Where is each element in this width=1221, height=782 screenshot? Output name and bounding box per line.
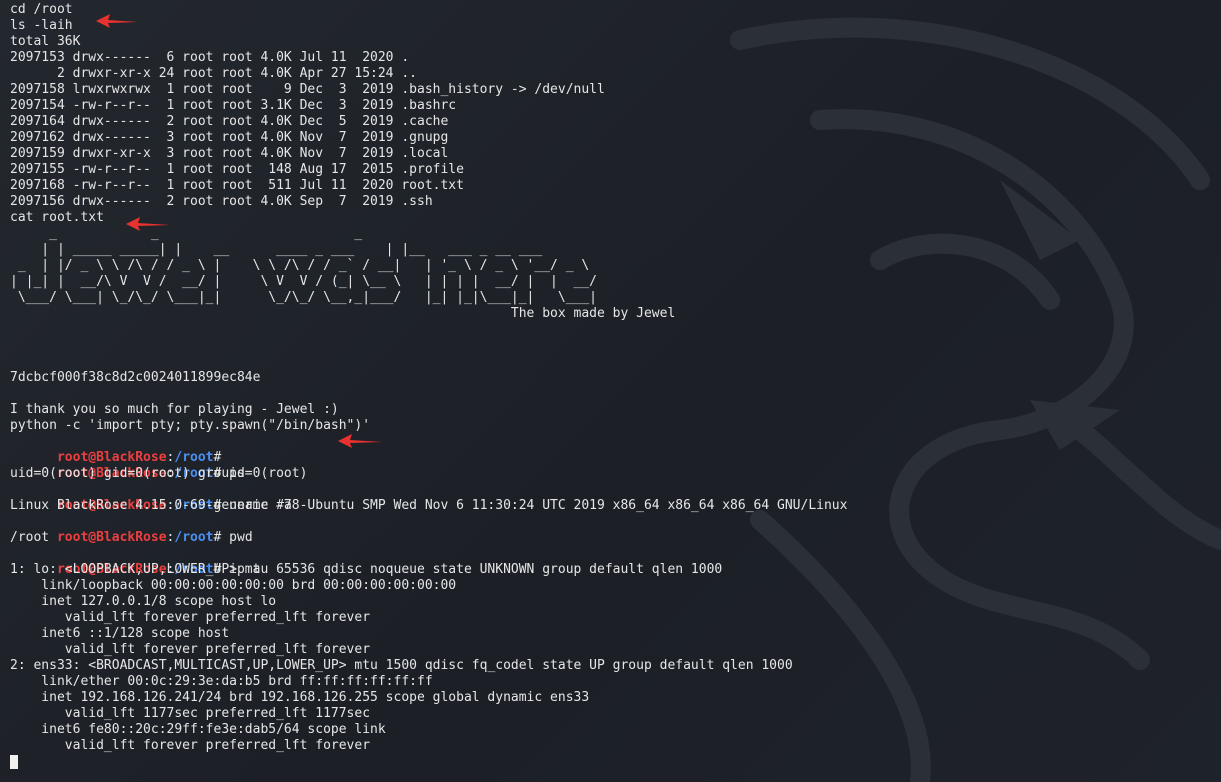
output-line: 2097168 -rw-r--r-- 1 root root 511 Jul 1… (10, 178, 464, 193)
root-flag: 7dcbcf000f38c8d2c0024011899ec84e (10, 370, 261, 385)
prompt-line: root@BlackRose:/root# pwd (10, 514, 847, 545)
prompt-line: root@BlackRose:/root# uname -a (10, 482, 847, 513)
output-line: 2097156 drwx------ 2 root root 4.0K Sep … (10, 194, 433, 209)
output-line: 2 drwxr-xr-x 24 root root 4.0K Apr 27 15… (10, 66, 417, 81)
output-line: 2097154 -rw-r--r-- 1 root root 3.1K Dec … (10, 98, 457, 113)
output-line: valid_lft forever preferred_lft forever (10, 610, 371, 625)
output-line: link/loopback 00:00:00:00:00:00 brd 00:0… (10, 578, 457, 593)
prompt-command: pwd (221, 530, 253, 545)
output-line: 2097164 drwx------ 2 root root 4.0K Dec … (10, 114, 449, 129)
prompt-user-host: root@BlackRose (56, 530, 167, 545)
output-line: Linux BlackRose 4.15.0-69-generic #78-Ub… (10, 498, 848, 513)
output-line: 2097153 drwx------ 6 root root 4.0K Jul … (10, 50, 410, 65)
red-arrow-icon (96, 14, 138, 28)
ascii-art-line: _ | |/ _ \ \ /\ / / _ \ | \ \ /\ / / _` … (10, 258, 590, 273)
ascii-art-line: | |_| | __/\ V V / __/ | \ V V / (_| \__… (10, 274, 597, 289)
output-line: uid=0(root) gid=0(root) groups=0(root) (10, 466, 308, 481)
output-line: link/ether 00:0c:29:3e:da:b5 brd ff:ff:f… (10, 674, 433, 689)
red-arrow-icon (338, 434, 382, 448)
output-line: total 36K (10, 34, 81, 49)
prompt-hash: # (213, 450, 222, 465)
output-line: python -c 'import pty; pty.spawn("/bin/b… (10, 418, 371, 433)
output-line: valid_lft forever preferred_lft forever (10, 642, 371, 657)
prompt-path: /root (174, 530, 214, 545)
prompt-line: root@BlackRose:/root# (10, 434, 847, 465)
output-line: 2097162 drwx------ 3 root root 4.0K Nov … (10, 130, 449, 145)
terminal-window[interactable]: cd /root ls -laih total 36K 2097153 drwx… (0, 0, 1221, 782)
input-line[interactable] (10, 754, 847, 770)
prompt-line: root@BlackRose:/root# ip a (10, 546, 847, 577)
output-line: 1: lo: <LOOPBACK,UP,LOWER_UP> mtu 65536 … (10, 562, 723, 577)
ascii-art-credit: The box made by Jewel (10, 306, 676, 321)
output-line: inet 127.0.0.1/8 scope host lo (10, 594, 277, 609)
output-line: valid_lft forever preferred_lft forever (10, 738, 371, 753)
ascii-art-line: | | _____ _____| | __ ____ _ ___ | |__ _… (10, 242, 543, 257)
red-arrow-icon (126, 217, 170, 231)
output-line: 2097158 lrwxrwxrwx 1 root root 9 Dec 3 2… (10, 82, 605, 97)
output-line: 2: ens33: <BROADCAST,MULTICAST,UP,LOWER_… (10, 658, 793, 673)
output-line: inet 192.168.126.241/24 brd 192.168.126.… (10, 690, 590, 705)
ascii-art-line: \___/ \___| \_/\_/ \___|_| \_/\_/ \__,_|… (10, 290, 597, 305)
output-line: valid_lft 1177sec preferred_lft 1177sec (10, 706, 371, 721)
output-line: inet6 ::1/128 scope host (10, 626, 230, 641)
prompt-user-host: root@BlackRose (56, 450, 167, 465)
output-line: 2097159 drwxr-xr-x 3 root root 4.0K Nov … (10, 146, 449, 161)
output-line: I thank you so much for playing - Jewel … (10, 402, 339, 417)
output-line: inet6 fe80::20c:29ff:fe3e:dab5/64 scope … (10, 722, 386, 737)
terminal-output: cd /root ls -laih total 36K 2097153 drwx… (10, 2, 847, 770)
prompt-path: /root (174, 450, 214, 465)
output-line: 2097155 -rw-r--r-- 1 root root 148 Aug 1… (10, 162, 464, 177)
cursor-block-icon (10, 754, 18, 769)
